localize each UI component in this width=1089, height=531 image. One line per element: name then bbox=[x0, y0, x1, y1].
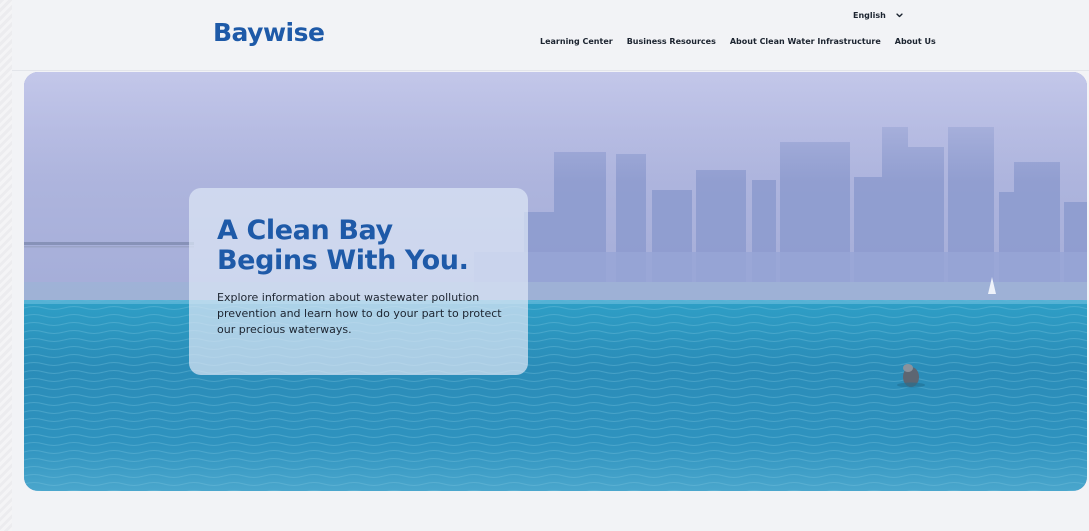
page: Baywise English Learning Center Business… bbox=[0, 0, 1089, 531]
page-edge bbox=[0, 0, 12, 531]
language-label: English bbox=[853, 11, 886, 20]
chevron-down-icon bbox=[896, 13, 903, 18]
main-nav: Learning Center Business Resources About… bbox=[540, 37, 936, 46]
nav-learning-center[interactable]: Learning Center bbox=[540, 37, 613, 46]
hero-section: A Clean Bay Begins With You. Explore inf… bbox=[24, 72, 1087, 491]
hero-card: A Clean Bay Begins With You. Explore inf… bbox=[189, 188, 528, 375]
language-selector[interactable]: English bbox=[853, 11, 903, 20]
site-header: Baywise English Learning Center Business… bbox=[12, 0, 1089, 71]
hero-image bbox=[24, 72, 1087, 491]
hero-description: Explore information about wastewater pol… bbox=[217, 291, 502, 336]
hero-title: A Clean Bay Begins With You. bbox=[217, 216, 517, 276]
nav-business-resources[interactable]: Business Resources bbox=[627, 37, 716, 46]
nav-about-us[interactable]: About Us bbox=[895, 37, 936, 46]
nav-about-clean-water-infrastructure[interactable]: About Clean Water Infrastructure bbox=[730, 37, 881, 46]
site-logo[interactable]: Baywise bbox=[213, 18, 325, 48]
hero-title-line-2: Begins With You. bbox=[217, 245, 469, 276]
hero-title-line-1: A Clean Bay bbox=[217, 215, 393, 246]
